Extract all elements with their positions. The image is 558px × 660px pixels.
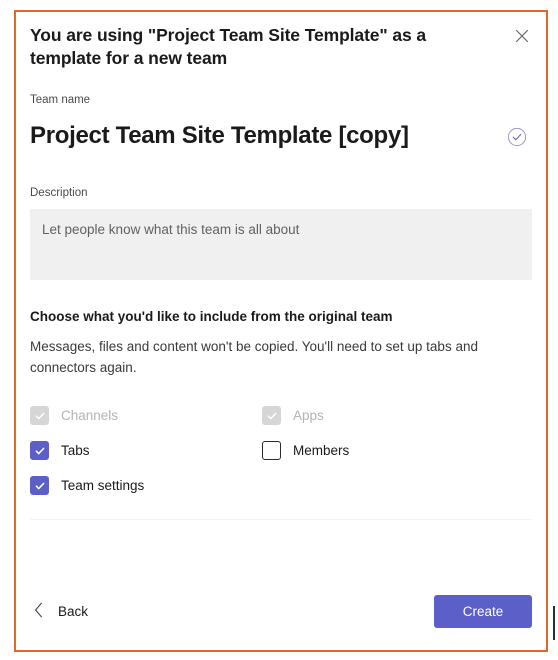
checkbox-row-apps: Apps: [262, 406, 532, 426]
description-input[interactable]: [30, 209, 532, 281]
checkbox-label-tabs: Tabs: [61, 442, 90, 458]
include-options-grid: Channels Apps Tabs Members Team settings: [30, 398, 532, 503]
close-icon: [515, 29, 529, 43]
circle-check-icon: [506, 126, 528, 148]
footer-divider: [30, 519, 532, 521]
dialog-footer: Back Create: [16, 578, 546, 650]
checkbox-row-channels: Channels: [30, 406, 262, 426]
description-label: Description: [30, 187, 88, 200]
dialog-header: You are using "Project Team Site Templat…: [16, 12, 546, 70]
back-button-label: Back: [58, 603, 89, 619]
checkbox-channels: [30, 406, 49, 426]
checkbox-label-apps: Apps: [293, 407, 324, 423]
checkbox-tabs[interactable]: [30, 441, 49, 461]
back-button[interactable]: Back: [30, 596, 92, 627]
team-name-label: Team name: [30, 94, 91, 107]
dialog-title: You are using "Project Team Site Templat…: [30, 25, 427, 69]
checkbox-label-team-settings: Team settings: [61, 477, 145, 493]
include-section-subtext: Messages, files and content won't be cop…: [30, 339, 478, 375]
text-caret-artifact: [553, 606, 555, 640]
create-button[interactable]: Create: [434, 594, 532, 628]
screen: You are using "Project Team Site Templat…: [0, 0, 558, 660]
team-name-value[interactable]: Project Team Site Template [copy]: [30, 122, 409, 151]
checkbox-row-tabs[interactable]: Tabs: [30, 441, 262, 461]
team-name-field[interactable]: Project Team Site Template [copy]: [30, 122, 532, 151]
checkbox-label-members: Members: [293, 442, 350, 458]
include-section-heading: Choose what you'd like to include from t…: [30, 309, 393, 325]
close-button[interactable]: [508, 22, 536, 50]
chevron-left-icon: [34, 602, 44, 621]
checkbox-row-members[interactable]: Members: [262, 441, 532, 461]
checkbox-apps: [262, 406, 281, 426]
checkbox-row-team-settings[interactable]: Team settings: [30, 476, 262, 496]
dialog-body: Team name Project Team Site Template [co…: [16, 92, 546, 521]
checkbox-label-channels: Channels: [61, 407, 119, 423]
create-team-dialog: You are using "Project Team Site Templat…: [14, 10, 548, 652]
checkbox-team-settings[interactable]: [30, 476, 49, 496]
checkbox-members[interactable]: [262, 441, 281, 461]
